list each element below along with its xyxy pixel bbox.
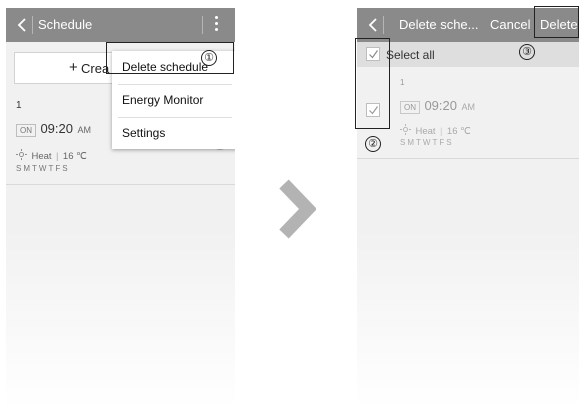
sun-icon — [400, 124, 411, 135]
menu-item-settings[interactable]: Settings — [112, 117, 235, 150]
divider — [202, 16, 203, 34]
page-title: Delete sche... — [399, 17, 479, 32]
callout-number-1: ① — [201, 50, 217, 66]
select-all-label: Select all — [386, 48, 435, 62]
schedule-item[interactable]: ON 09:20 AM — [16, 120, 91, 138]
schedule-temp: 16 ℃ — [62, 151, 87, 162]
back-icon[interactable] — [366, 17, 380, 33]
callout-number-2: ② — [365, 136, 381, 152]
schedule-mode-row: Heat | 16 ℃ — [400, 121, 471, 139]
select-all-bar: Select all — [357, 42, 579, 67]
delete-schedule-screen: Delete sche... Cancel Delete Select all … — [357, 8, 579, 410]
menu-item-label: Settings — [122, 126, 166, 140]
page-title: Schedule — [38, 17, 93, 32]
more-options-icon[interactable] — [213, 16, 219, 34]
schedule-number: 1 — [16, 100, 22, 111]
schedule-days: SMTWTFS — [400, 138, 454, 147]
plus-icon: + — [69, 59, 78, 76]
divider — [32, 16, 33, 34]
next-step-arrow-icon — [279, 179, 316, 239]
schedule-days: SMTWTFS — [16, 164, 70, 173]
schedule-ampm: AM — [77, 125, 91, 135]
schedule-temp: 16 ℃ — [446, 126, 471, 137]
menu-item-energy-monitor[interactable]: Energy Monitor — [112, 84, 235, 117]
schedule-mode: Heat — [31, 151, 52, 162]
app-bar: Schedule — [6, 8, 235, 42]
schedule-ampm: AM — [461, 102, 475, 112]
on-badge: ON — [400, 101, 420, 114]
divider — [383, 16, 384, 34]
divider — [6, 184, 235, 185]
divider — [357, 158, 579, 159]
schedule-mode-row: Heat | 16 ℃ — [16, 146, 87, 164]
schedule-number: 1 — [400, 78, 405, 87]
schedule-time: 09:20 — [424, 98, 457, 113]
on-badge: ON — [16, 124, 36, 137]
schedule-mode: Heat — [415, 126, 436, 137]
sun-icon — [16, 149, 27, 160]
schedule-item: ON 09:20 AM — [400, 97, 475, 115]
create-button-label: Crea — [81, 61, 110, 76]
callout-box-2 — [355, 38, 390, 129]
callout-box-3 — [534, 6, 579, 38]
cancel-button[interactable]: Cancel — [490, 17, 530, 32]
menu-item-label: Energy Monitor — [122, 93, 204, 107]
callout-number-3: ③ — [519, 44, 535, 60]
schedule-time: 09:20 — [40, 121, 73, 136]
back-icon[interactable] — [15, 17, 29, 33]
